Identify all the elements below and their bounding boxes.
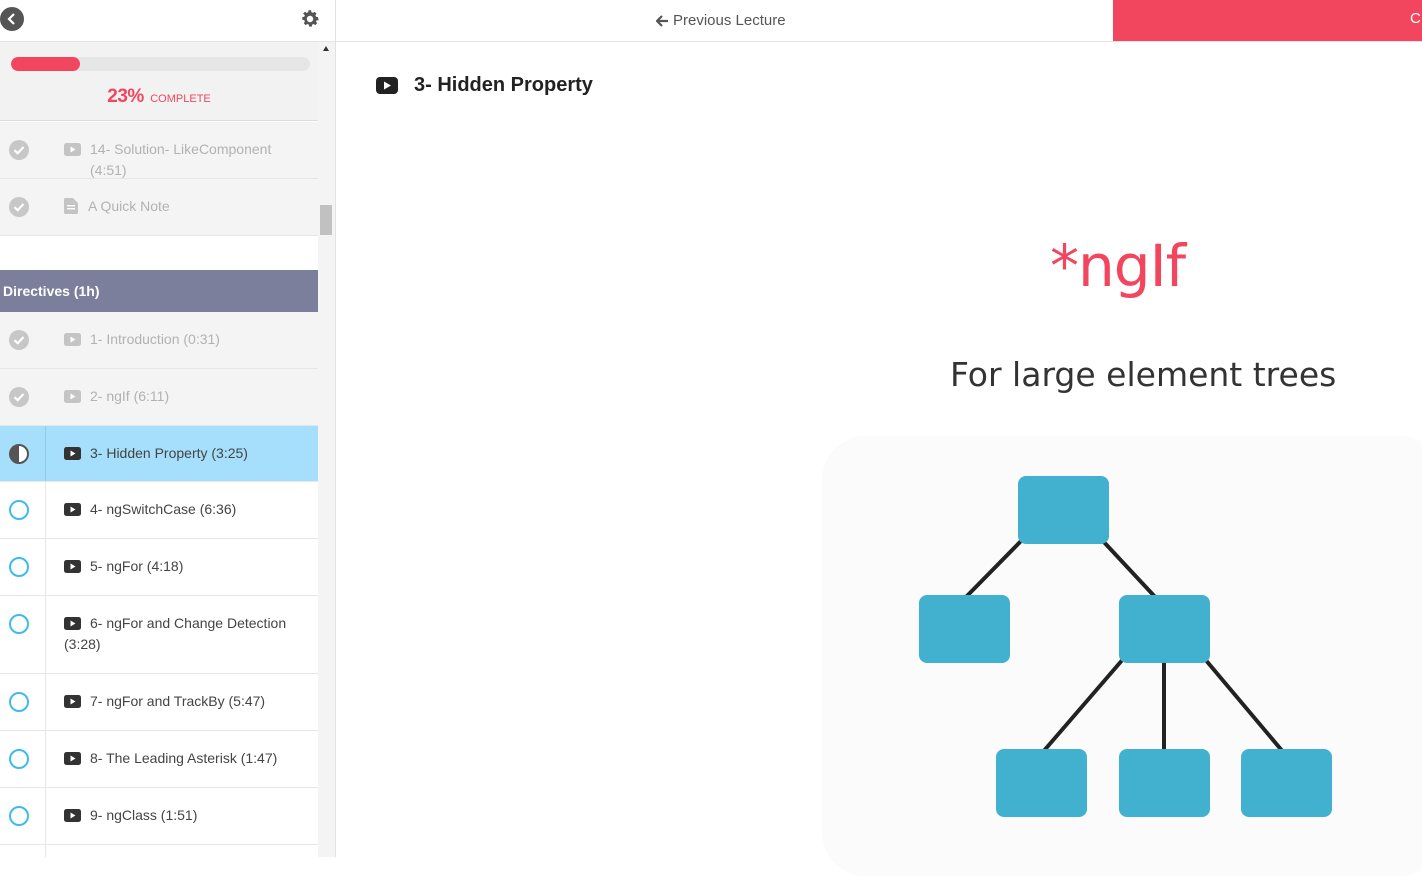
tree-node-root [1018, 476, 1109, 544]
lecture-item[interactable]: 5- ngFor (4:18) [0, 539, 318, 596]
video-icon [376, 77, 398, 94]
lecture-item[interactable]: A Quick Note [0, 179, 318, 236]
slide-heading: *ngIf [1050, 232, 1186, 300]
progress-label: COMPLETE [150, 93, 211, 105]
curriculum-list[interactable]: 23% COMPLETE 14- Solution- LikeComponent… [0, 42, 318, 857]
sidebar-header [0, 0, 335, 42]
lecture-item-current[interactable]: 3- Hidden Property (3:25) [0, 426, 318, 482]
incomplete-circle-icon [9, 692, 29, 712]
tree-node [1241, 749, 1332, 817]
tree-node [1119, 595, 1210, 663]
item-divider [45, 426, 46, 481]
lecture-item[interactable]: 4- ngSwitchCase (6:36) [0, 482, 318, 539]
incomplete-circle-icon [9, 749, 29, 769]
element-tree-diagram [919, 476, 1332, 817]
video-icon [64, 695, 81, 708]
lecture-title: 2- ngIf (6:11) [90, 388, 170, 404]
lecture-item[interactable]: 14- Solution- LikeComponent (4:51) [0, 122, 318, 179]
item-divider [45, 731, 46, 787]
lecture-item[interactable]: 2- ngIf (6:11) [0, 369, 318, 426]
incomplete-circle-icon [9, 614, 29, 634]
incomplete-circle-icon [9, 500, 29, 520]
item-divider [45, 845, 46, 857]
lecture-item[interactable]: 8- The Leading Asterisk (1:47) [0, 731, 318, 788]
sidebar-scrollbar[interactable] [318, 42, 335, 857]
lecture-nav-bar: Previous Lecture C [336, 0, 1422, 42]
incomplete-circle-icon [9, 557, 29, 577]
lecture-title: 3- Hidden Property [414, 74, 593, 96]
lecture-title: 7- ngFor and TrackBy (5:47) [90, 693, 266, 709]
video-icon [64, 560, 81, 573]
lecture-title: 5- ngFor (4:18) [90, 558, 184, 574]
completed-check-icon [9, 330, 29, 350]
section-header[interactable]: Directives (1h) [0, 270, 318, 312]
course-sidebar: 23% COMPLETE 14- Solution- LikeComponent… [0, 0, 336, 857]
item-divider [45, 674, 46, 730]
lecture-item[interactable]: 9- ngClass (1:51) [0, 788, 318, 845]
lecture-title: A Quick Note [88, 198, 170, 214]
progress-text: 23% COMPLETE [0, 86, 318, 108]
tree-diagram-card [822, 436, 1422, 876]
progress-percent: 23% [107, 86, 144, 107]
item-divider [45, 482, 46, 538]
previous-lecture-link[interactable]: Previous Lecture [656, 0, 786, 41]
video-icon [64, 143, 81, 156]
tree-node [1119, 749, 1210, 817]
arrow-left-icon [656, 14, 668, 27]
scrollbar-thumb[interactable] [320, 205, 332, 235]
gear-icon[interactable] [299, 8, 321, 30]
lecture-item[interactable]: 7- ngFor and TrackBy (5:47) [0, 674, 318, 731]
complete-and-continue-button[interactable]: C [1113, 0, 1422, 41]
item-divider [45, 788, 46, 844]
course-progress: 23% COMPLETE [0, 42, 318, 121]
lecture-title: 9- ngClass (1:51) [90, 807, 198, 823]
back-button[interactable] [0, 7, 24, 31]
completed-check-icon [9, 197, 29, 217]
progress-bar [11, 57, 310, 71]
incomplete-circle-icon [9, 806, 29, 826]
lecture-title: 4- ngSwitchCase (6:36) [90, 501, 237, 517]
lecture-title: 3- Hidden Property (3:25) [90, 445, 248, 461]
lecture-title: 1- Introduction (0:31) [90, 331, 220, 347]
video-icon [64, 809, 81, 822]
lecture-title: 14- Solution- LikeComponent (4:51) [90, 141, 272, 178]
previous-lecture-label: Previous Lecture [673, 11, 786, 29]
completed-check-icon [9, 387, 29, 407]
slide-subheading: For large element trees [950, 355, 1337, 394]
video-icon [64, 752, 81, 765]
in-progress-icon [9, 444, 29, 464]
lecture-title: 6- ngFor and Change Detection (3:28) [64, 615, 287, 652]
item-divider [45, 539, 46, 595]
lecture-item[interactable]: 1- Introduction (0:31) [0, 312, 318, 369]
lecture-item[interactable]: 6- ngFor and Change Detection (3:28) [0, 596, 318, 674]
completed-check-icon [9, 140, 29, 160]
video-icon [64, 447, 81, 460]
lecture-item[interactable] [0, 845, 318, 857]
video-icon [64, 333, 81, 346]
section-gap [0, 250, 318, 270]
item-divider [45, 596, 46, 673]
tree-node [996, 749, 1087, 817]
scroll-up-arrow-icon[interactable] [323, 46, 329, 51]
video-icon [64, 503, 81, 516]
progress-bar-fill [11, 57, 80, 71]
chevron-left-icon [7, 13, 15, 25]
complete-button-label: C [1410, 10, 1421, 27]
document-icon [64, 198, 78, 214]
tree-node [919, 595, 1010, 663]
lecture-slide: *ngIf For large element trees [790, 200, 1422, 876]
lecture-title: 8- The Leading Asterisk (1:47) [90, 750, 278, 766]
video-icon [64, 390, 81, 403]
lecture-heading: 3- Hidden Property [376, 74, 593, 97]
